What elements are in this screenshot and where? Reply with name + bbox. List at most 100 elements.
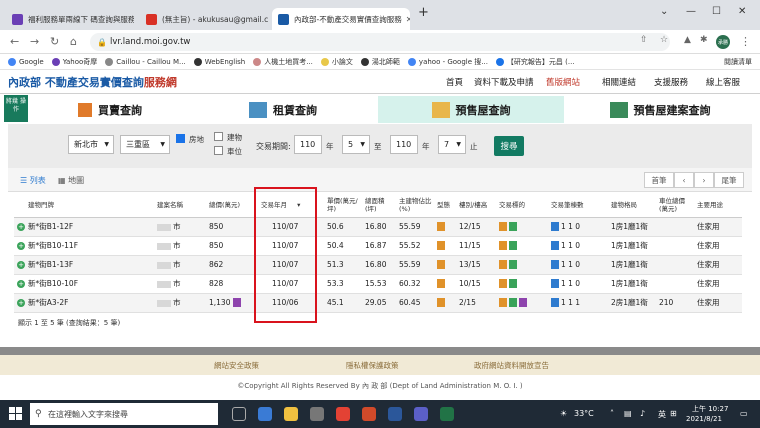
- col-type[interactable]: 型態: [434, 193, 456, 218]
- nav-support[interactable]: 支援服務: [654, 76, 688, 88]
- tab-presale-project[interactable]: 預售屋建案查詢: [566, 96, 754, 123]
- table-row[interactable]: + 新*街B10-10F 市 828 110/07 53.3 15.53 60.3…: [14, 274, 742, 294]
- to-month-select[interactable]: 7 ▼: [438, 135, 466, 154]
- browser-tab-3[interactable]: 內政部-不動產交易實價查詢服務 ✕: [272, 8, 410, 30]
- col-address[interactable]: 建物門牌: [14, 193, 154, 218]
- word-icon[interactable]: [388, 407, 402, 421]
- nav-links[interactable]: 相關連結: [602, 76, 636, 88]
- nav-download[interactable]: 資料下載及申請: [474, 76, 534, 88]
- new-tab-button[interactable]: +: [418, 5, 429, 20]
- district-select[interactable]: 三重區 ▼: [120, 135, 170, 154]
- network-icon[interactable]: ▤: [624, 409, 632, 418]
- table-row[interactable]: + 新*街B1-12F 市 850 110/07 50.6 16.80 55.59…: [14, 217, 742, 237]
- side-operation-button[interactable]: 將幾 操作: [4, 95, 28, 122]
- col-area[interactable]: 總面積(坪): [362, 193, 396, 218]
- file-explorer-icon[interactable]: [284, 407, 298, 421]
- expand-icon[interactable]: +: [17, 299, 25, 307]
- close-window-button[interactable]: ✕: [738, 6, 746, 17]
- bookmark-item[interactable]: 人機土地買考...: [253, 57, 313, 67]
- last-page-button[interactable]: 尾筆: [714, 172, 744, 188]
- share-icon[interactable]: ⇧: [640, 35, 648, 45]
- clock-time[interactable]: 上午 10:27: [692, 404, 728, 414]
- forward-icon[interactable]: →: [30, 35, 39, 48]
- home-icon[interactable]: ⌂: [70, 35, 77, 48]
- col-main-ratio[interactable]: 主建物佔比(%): [396, 193, 434, 218]
- browser-tab-2[interactable]: (無主旨) - akukusau@gmail.com ✕: [140, 8, 268, 30]
- next-page-button[interactable]: ›: [694, 172, 714, 188]
- prev-page-button[interactable]: ‹: [674, 172, 694, 188]
- col-floor[interactable]: 樓別/樓高: [456, 193, 496, 218]
- close-tab-icon[interactable]: ✕: [402, 15, 410, 24]
- url-input[interactable]: 🔒 lvr.land.moi.gov.tw: [90, 33, 670, 51]
- task-view-icon[interactable]: [232, 407, 246, 421]
- clock-date[interactable]: 2021/8/21: [686, 415, 722, 423]
- teams-icon[interactable]: [414, 407, 428, 421]
- chrome-icon[interactable]: [336, 407, 350, 421]
- table-row[interactable]: + 新*街B10-11F 市 850 110/07 50.4 16.87 55.5…: [14, 236, 742, 256]
- col-parking-price[interactable]: 車位總價(萬元): [656, 193, 694, 218]
- expand-icon[interactable]: +: [17, 242, 25, 250]
- col-project[interactable]: 建案名稱: [154, 193, 206, 218]
- powerpoint-icon[interactable]: [362, 407, 376, 421]
- footer-link-security[interactable]: 網站安全政策: [214, 360, 259, 371]
- parking-checkbox[interactable]: [214, 146, 223, 155]
- bookmark-item[interactable]: yahoo - Google 搜...: [407, 57, 488, 67]
- store-icon[interactable]: [310, 407, 324, 421]
- to-year-input[interactable]: 110: [390, 135, 418, 154]
- col-unit-price[interactable]: 單價(萬元/坪): [324, 193, 362, 218]
- col-total-price[interactable]: 總價(萬元): [206, 193, 258, 218]
- expand-icon[interactable]: +: [17, 261, 25, 269]
- col-count[interactable]: 交易筆棟數: [548, 193, 608, 218]
- excel-icon[interactable]: [440, 407, 454, 421]
- reading-list[interactable]: 閱讀清單: [724, 57, 752, 67]
- notification-icon[interactable]: ▭: [740, 409, 748, 418]
- input-language[interactable]: 英: [658, 409, 666, 420]
- menu-icon[interactable]: ⋮: [740, 35, 751, 48]
- edge-icon[interactable]: [258, 407, 272, 421]
- tab-rental[interactable]: 租賃查詢: [190, 96, 376, 123]
- tab-presale[interactable]: 預售屋查詢: [378, 96, 564, 123]
- bookmark-item[interactable]: 湯北師範: [360, 57, 400, 67]
- expand-icon[interactable]: +: [17, 280, 25, 288]
- nav-old-site[interactable]: 舊版網站: [546, 76, 580, 88]
- bookmark-item[interactable]: 【研究報告】元昌 (...: [495, 57, 575, 67]
- from-month-select[interactable]: 5 ▼: [342, 135, 370, 154]
- col-usage[interactable]: 主要用途: [694, 193, 742, 218]
- nav-home[interactable]: 首頁: [446, 76, 463, 88]
- taskbar-search-input[interactable]: ⚲ 在這裡輸入文字來搜尋: [30, 403, 218, 425]
- bookmark-star-icon[interactable]: ☆: [660, 35, 668, 45]
- map-view-toggle[interactable]: ▦ 地圖: [58, 175, 84, 186]
- minimize-button[interactable]: —: [686, 6, 696, 17]
- table-row[interactable]: + 新*街A3-2F 市 1,130 110/06 45.1 29.05 60.4…: [14, 293, 742, 313]
- footer-link-privacy[interactable]: 隱私權保護政策: [346, 360, 399, 371]
- city-select[interactable]: 新北市 ▼: [68, 135, 114, 154]
- back-icon[interactable]: ←: [10, 35, 19, 48]
- profile-avatar[interactable]: 承勝: [716, 35, 730, 49]
- browser-tab-1[interactable]: 福利服務單兩線下 碼查詢與服務 ✕: [6, 8, 134, 30]
- col-layout[interactable]: 建物格局: [608, 193, 656, 218]
- building-checkbox[interactable]: [214, 132, 223, 141]
- land-checkbox[interactable]: [176, 134, 185, 143]
- ime-icon[interactable]: ⊞: [670, 409, 677, 418]
- reload-icon[interactable]: ↻: [50, 35, 59, 48]
- list-view-toggle[interactable]: ☰ 列表: [20, 175, 46, 186]
- tab-search-icon[interactable]: ⌄: [660, 6, 668, 17]
- bookmark-item[interactable]: WebEnglish: [193, 57, 245, 66]
- weather-icon[interactable]: ☀: [560, 409, 567, 418]
- bookmark-item[interactable]: Caillou - Caillou M...: [105, 57, 186, 66]
- from-year-input[interactable]: 110: [294, 135, 322, 154]
- bookmark-item[interactable]: Yahoo奇摩: [51, 57, 97, 67]
- first-page-button[interactable]: 首筆: [644, 172, 674, 188]
- bookmark-item[interactable]: 小論文: [320, 57, 353, 67]
- bookmark-item[interactable]: Google: [8, 57, 44, 66]
- nav-customer-service[interactable]: 線上客服: [706, 76, 740, 88]
- site-logo[interactable]: 內政部 不動產交易實價查詢服務網: [8, 74, 177, 90]
- temperature[interactable]: 33°C: [574, 409, 594, 418]
- col-target[interactable]: 交易標的: [496, 193, 548, 218]
- footer-link-opendata[interactable]: 政府網站資料開放宣告: [474, 360, 549, 371]
- note-icon[interactable]: [232, 298, 241, 308]
- tray-chevron-icon[interactable]: ˄: [610, 409, 614, 418]
- windows-start-icon[interactable]: [9, 407, 22, 420]
- table-row[interactable]: + 新*街B1-13F 市 862 110/07 51.3 16.80 55.59…: [14, 255, 742, 275]
- tab-sales[interactable]: 買賣查詢: [30, 96, 190, 123]
